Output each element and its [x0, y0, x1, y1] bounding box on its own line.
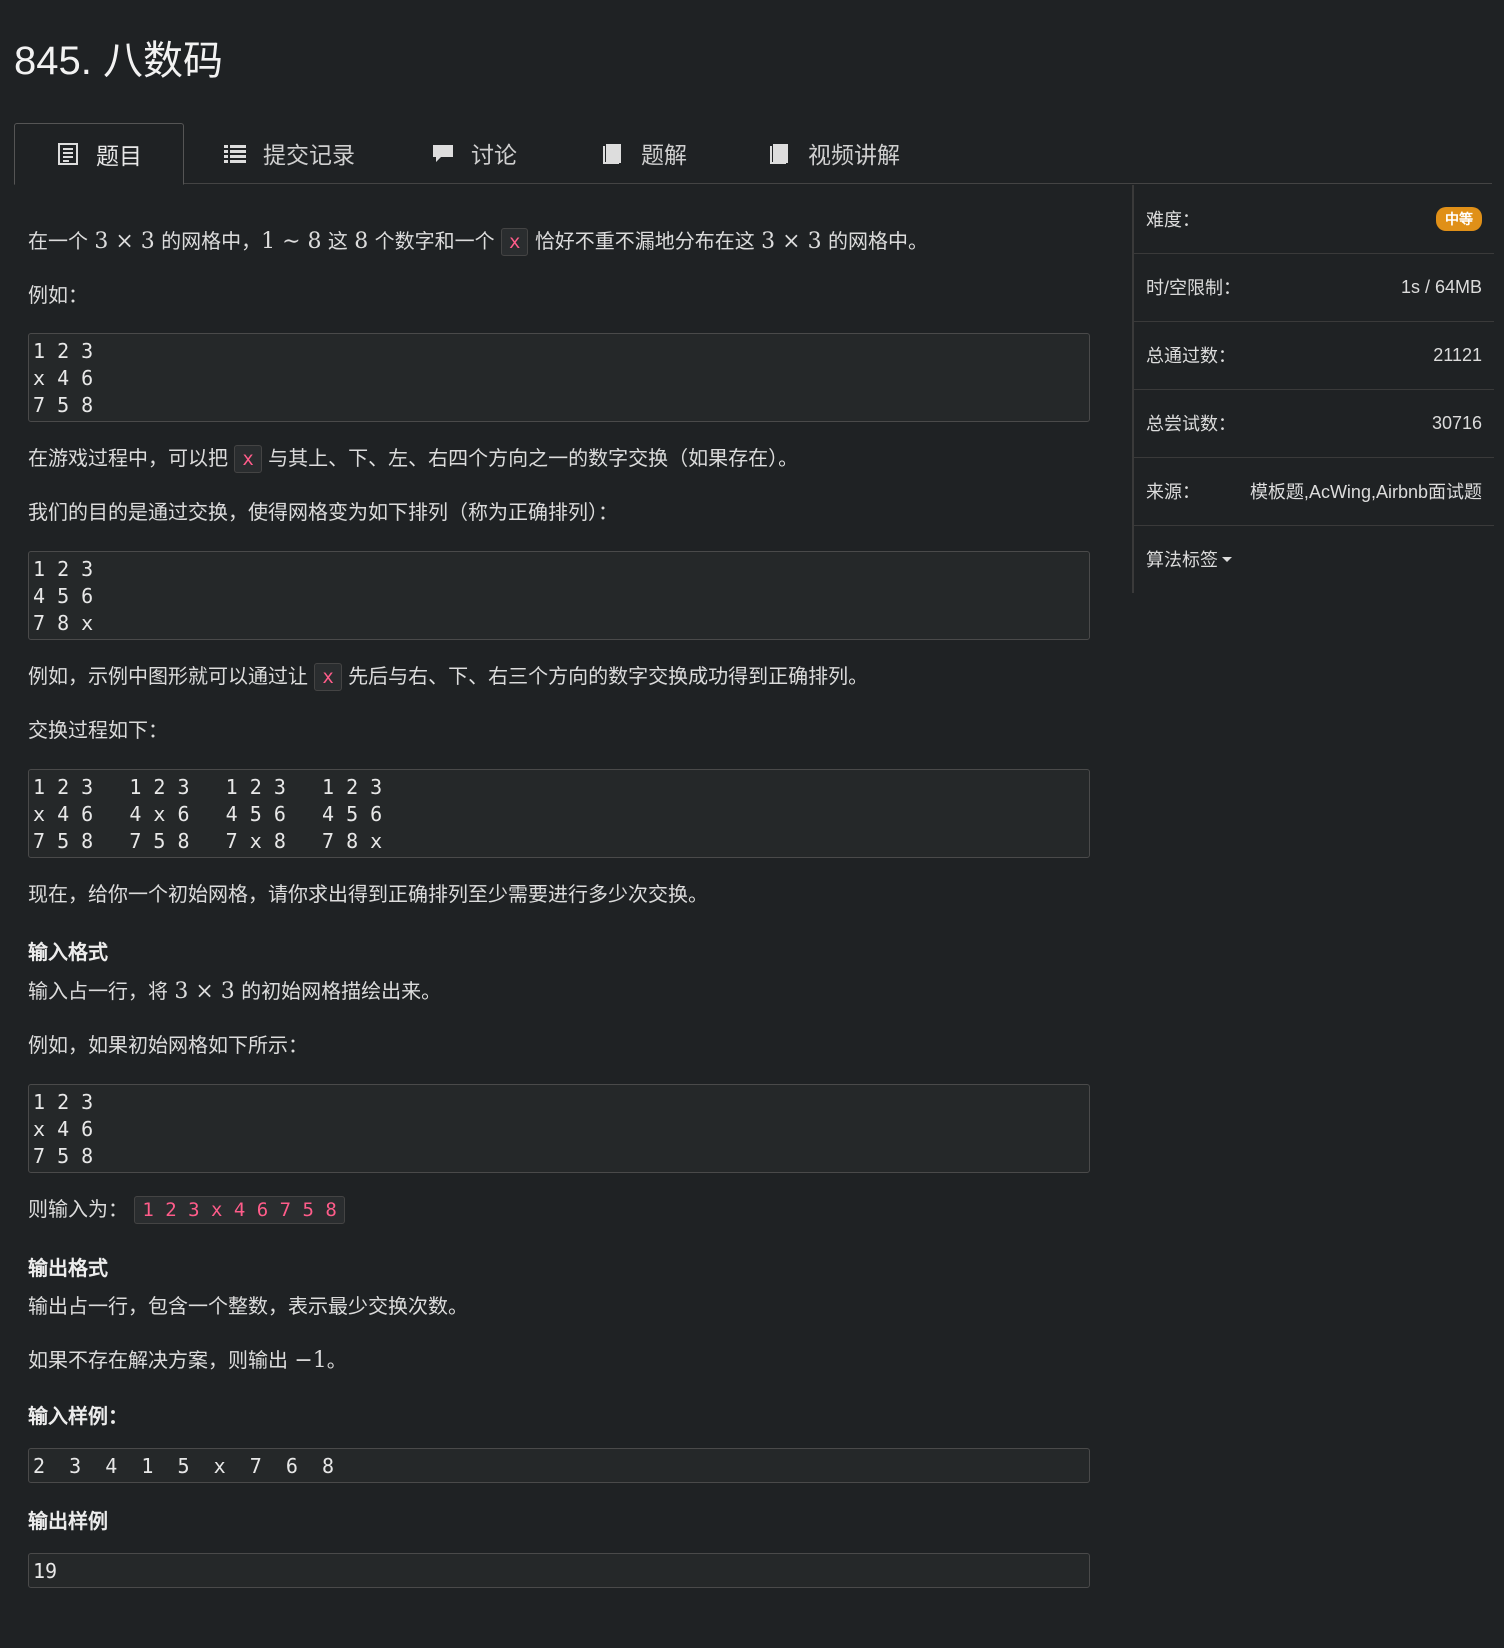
tab-problem[interactable]: 题目 [14, 123, 184, 185]
caret-down-icon [1222, 556, 1232, 562]
limit-row: 时/空限制： 1s / 64MB [1146, 276, 1482, 299]
code-block: 1 2 3 x 4 6 7 5 8 [28, 1084, 1090, 1173]
sample-output-block: 19 [28, 1553, 1090, 1588]
list-icon [223, 141, 247, 165]
passed-row: 总通过数： 21121 [1146, 344, 1482, 367]
tried-row: 总尝试数： 30716 [1146, 412, 1482, 435]
output-format-text: 输出占一行，包含一个整数，表示最少交换次数。 [28, 1294, 468, 1318]
code-block: 1 2 3 1 2 3 1 2 3 1 2 3 x 4 6 4 x 6 4 5 … [28, 769, 1090, 858]
swap-text: 在游戏过程中，可以把 x 与其上、下、左、右四个方向之一的数字交换（如果存在）。 [28, 443, 798, 473]
input-format-heading: 输入格式 [28, 940, 108, 964]
input-example-text: 例如，如果初始网格如下所示： [28, 1033, 308, 1057]
code-block: 1 2 3 4 5 6 7 8 x [28, 551, 1090, 640]
difficulty-row: 难度： 中等 [1146, 185, 1482, 253]
inline-code: 1 2 3 x 4 6 7 5 8 [134, 1196, 345, 1224]
sample-input-block: 2 3 4 1 5 x 7 6 8 [28, 1448, 1090, 1483]
book-icon [601, 141, 625, 165]
input-is-text: 则输入为： 1 2 3 x 4 6 7 5 8 [28, 1194, 345, 1224]
sample-output-heading: 输出样例 [28, 1509, 108, 1533]
code-block: 1 2 3 x 4 6 7 5 8 [28, 333, 1090, 422]
book-icon [768, 141, 792, 165]
inline-code: x [314, 663, 342, 691]
output-fail-text: 如果不存在解决方案，则输出 −1。 [28, 1348, 347, 1373]
tab-solutions[interactable]: 题解 [584, 123, 704, 183]
sample-input-heading: 输入样例： [28, 1404, 128, 1428]
algorithm-tags-toggle[interactable]: 算法标签 [1146, 525, 1482, 593]
difficulty-badge: 中等 [1436, 207, 1482, 231]
inline-code: x [234, 445, 262, 473]
comment-icon [431, 141, 455, 165]
output-format-heading: 输出格式 [28, 1256, 108, 1280]
tab-discussion[interactable]: 讨论 [414, 123, 534, 183]
problem-info-sidebar: 难度： 中等 时/空限制： 1s / 64MB 总通过数： 21121 总尝试数… [1132, 185, 1494, 593]
document-icon [56, 142, 80, 166]
intro-text: 在一个 3 × 3 的网格中，1 ∼ 8 这 8 个数字和一个 x 恰好不重不漏… [28, 228, 928, 256]
source-row: 来源： 模板题,AcWing,Airbnb面试题 [1146, 482, 1482, 502]
inline-code: x [501, 228, 529, 256]
input-format-text: 输入占一行，将 3 × 3 的初始网格描绘出来。 [28, 979, 442, 1004]
page-title: 845. 八数码 [14, 39, 223, 83]
goal-text: 我们的目的是通过交换，使得网格变为如下排列（称为正确排列）： [28, 500, 618, 524]
example-text: 例如，示例中图形就可以通过让 x 先后与右、下、右三个方向的数字交换成功得到正确… [28, 661, 868, 691]
tab-submissions[interactable]: 提交记录 [204, 123, 374, 183]
question-text: 现在，给你一个初始网格，请你求出得到正确排列至少需要进行多少次交换。 [28, 882, 708, 906]
tab-video[interactable]: 视频讲解 [754, 123, 914, 183]
example-label: 例如： [28, 283, 88, 307]
process-label: 交换过程如下： [28, 718, 168, 742]
tab-bar: 题目 提交记录 讨论 题解 视频讲解 [14, 123, 1492, 185]
